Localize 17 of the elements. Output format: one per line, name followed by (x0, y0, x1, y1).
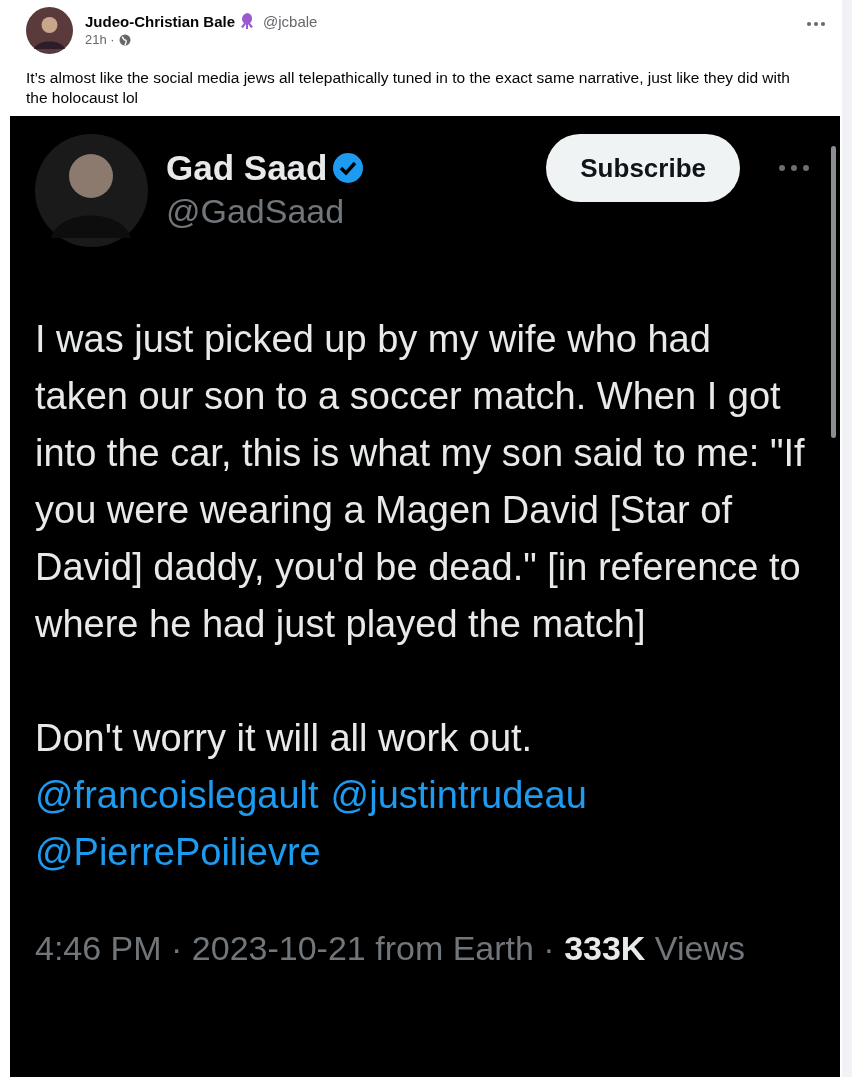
tweet-text: I was just picked up by my wife who had taken our son to a soccer match. When I got into the car, this is what my son said to me: "If you were wearing a Magen David [Star of David] daddy, you'd be dead." [in reference to where he had just played the match] (35, 317, 806, 647)
mention-link[interactable]: @francoislegault (35, 767, 319, 824)
post-text: It’s almost like the social media jews all telepathically tuned in to the exact same narrative, just like they did with the holocaust lol (26, 68, 791, 108)
mention-link[interactable]: @PierrePoilievre (35, 824, 321, 881)
subscribe-button[interactable]: Subscribe (546, 134, 740, 202)
avatar[interactable] (26, 7, 73, 54)
post-time[interactable]: 21h · (85, 32, 115, 47)
author-name: Gad Saad (166, 148, 328, 188)
author-handle[interactable]: @jcbale (263, 12, 318, 30)
globe-icon (118, 33, 131, 46)
author-name[interactable]: Judeo-Christian Bale (85, 12, 236, 30)
tweet-meta: 4:46 PM · 2023-10-21 from Earth · 333K Views (35, 929, 746, 968)
mention-link[interactable]: @justintrudeau (330, 767, 587, 824)
tweet-text: Don't worry it will all work out. (35, 716, 534, 761)
more-icon[interactable] (806, 21, 826, 27)
more-icon (778, 164, 810, 172)
author-handle: @GadSaad (166, 192, 346, 231)
